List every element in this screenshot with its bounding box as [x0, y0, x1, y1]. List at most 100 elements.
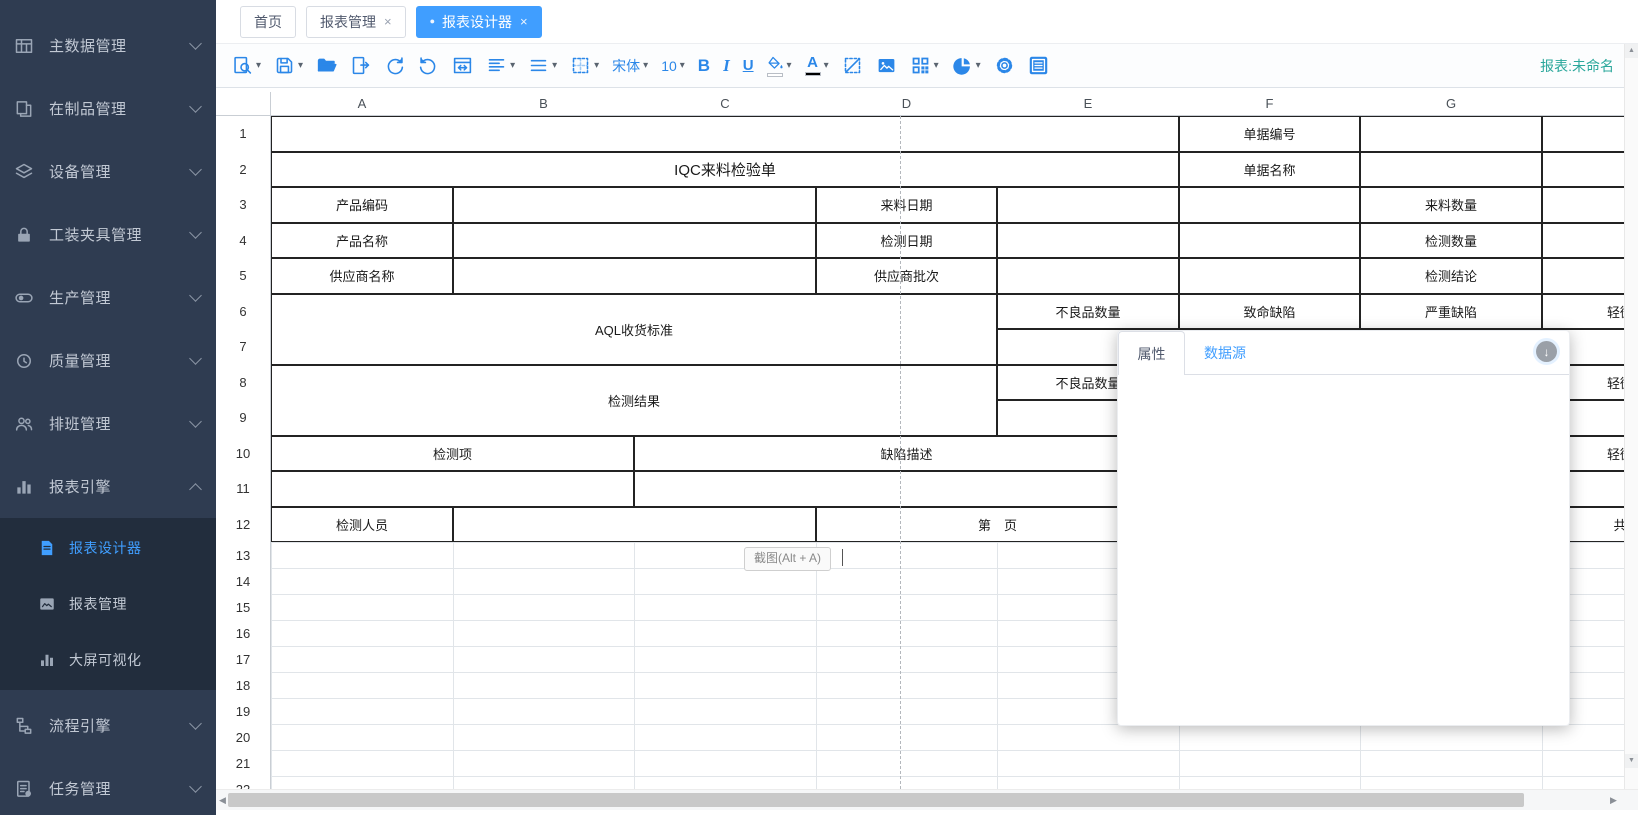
sidebar-item-任务管理[interactable]: 任务管理	[0, 757, 216, 815]
cell-F4[interactable]	[1179, 223, 1360, 259]
cell-A4[interactable]: 产品名称	[271, 223, 453, 259]
sidebar-item-设备管理[interactable]: 设备管理	[0, 140, 216, 203]
cell-A1[interactable]	[271, 116, 1179, 152]
save-button[interactable]: ▾	[274, 44, 303, 88]
italic-button[interactable]: I	[723, 44, 730, 88]
sidebar-item-报表引擎[interactable]: 报表引擎	[0, 455, 216, 518]
row-header-17[interactable]: 17	[216, 646, 271, 672]
cell-F1[interactable]: 单据编号	[1179, 116, 1360, 152]
preview-button[interactable]: ▾	[232, 44, 261, 88]
cell-E4[interactable]	[997, 223, 1179, 259]
cell-G1[interactable]	[1360, 116, 1542, 152]
row-header-15[interactable]: 15	[216, 594, 271, 620]
cell-H6[interactable]: 轻微缺陷	[1542, 294, 1624, 330]
align-button[interactable]: ▾	[486, 44, 515, 88]
sidebar-item-报表设计器[interactable]: 报表设计器	[0, 520, 216, 576]
underline-button[interactable]: U	[743, 44, 754, 88]
fill-color-button[interactable]: ▾	[767, 44, 792, 88]
close-tab-icon[interactable]: ×	[520, 15, 528, 28]
cell-G5[interactable]: 检测结论	[1360, 258, 1542, 294]
borders-button[interactable]: ▾	[570, 44, 599, 88]
insert-image-button[interactable]	[876, 44, 897, 88]
horizontal-scrollbar[interactable]: ◀ ▶	[216, 789, 1638, 810]
row-header-16[interactable]: 16	[216, 620, 271, 646]
cell-B12[interactable]	[453, 507, 816, 543]
row-header-14[interactable]: 14	[216, 568, 271, 594]
sidebar-item-流程引擎[interactable]: 流程引擎	[0, 694, 216, 757]
sidebar-item-大屏可视化[interactable]: 大屏可视化	[0, 632, 216, 688]
cell-C10[interactable]: 缺陷描述	[634, 436, 1179, 472]
cell-E3[interactable]	[997, 187, 1179, 223]
row-header-10[interactable]: 10	[216, 436, 271, 472]
row-header-12[interactable]: 12	[216, 507, 271, 543]
panel-tab-datasource[interactable]: 数据源	[1204, 331, 1246, 375]
font-color-button[interactable]: A▾	[805, 44, 829, 88]
column-header-H[interactable]: H	[1542, 92, 1624, 116]
sidebar-item-工装夹具管理[interactable]: 工装夹具管理	[0, 203, 216, 266]
font-size-button[interactable]: 10▾	[661, 44, 685, 88]
close-tab-icon[interactable]: ×	[384, 15, 392, 28]
cell-D4[interactable]: 检测日期	[816, 223, 997, 259]
row-header-1[interactable]: 1	[216, 116, 271, 152]
cell-E6[interactable]: 不良品数量	[997, 294, 1179, 330]
cell-G4[interactable]: 检测数量	[1360, 223, 1542, 259]
column-header-C[interactable]: C	[634, 92, 816, 116]
cell-A5[interactable]: 供应商名称	[271, 258, 453, 294]
cell-A8[interactable]: 检测结果	[271, 365, 997, 436]
cell-H5[interactable]	[1542, 258, 1624, 294]
horizontal-scroll-thumb[interactable]	[228, 793, 1524, 807]
row-header-9[interactable]: 9	[216, 400, 271, 436]
row-header-2[interactable]: 2	[216, 152, 271, 188]
spreadsheet[interactable]: ABCDEFGH12345678910111213141516171819202…	[216, 92, 1624, 789]
cell-B5[interactable]	[453, 258, 816, 294]
cell-F2[interactable]: 单据名称	[1179, 152, 1360, 188]
row-header-20[interactable]: 20	[216, 724, 271, 750]
sidebar-item-在制品管理[interactable]: 在制品管理	[0, 77, 216, 140]
cell-A10[interactable]: 检测项	[271, 436, 634, 472]
cell-H4[interactable]	[1542, 223, 1624, 259]
panel-tab-properties[interactable]: 属性	[1118, 331, 1185, 375]
row-header-11[interactable]: 11	[216, 471, 271, 507]
open-button[interactable]	[316, 44, 337, 88]
view-tab-报表管理[interactable]: 报表管理×	[306, 6, 406, 38]
row-header-19[interactable]: 19	[216, 698, 271, 724]
column-header-B[interactable]: B	[453, 92, 634, 116]
row-header-22[interactable]: 22	[216, 776, 271, 789]
cell-D3[interactable]: 来料日期	[816, 187, 997, 223]
font-family-button[interactable]: 宋体▾	[612, 44, 648, 88]
sidebar-item-报表管理[interactable]: 报表管理	[0, 576, 216, 632]
column-header-E[interactable]: E	[997, 92, 1179, 116]
cell-E5[interactable]	[997, 258, 1179, 294]
scroll-right-arrow[interactable]: ▶	[1607, 790, 1620, 810]
row-header-8[interactable]: 8	[216, 365, 271, 401]
cell-G3[interactable]: 来料数量	[1360, 187, 1542, 223]
cell-G2[interactable]	[1360, 152, 1542, 188]
cell-A12[interactable]: 检测人员	[271, 507, 453, 543]
export-button[interactable]	[350, 44, 371, 88]
sidebar-item-生产管理[interactable]: 生产管理	[0, 266, 216, 329]
diagonal-cell-button[interactable]	[842, 44, 863, 88]
cell-H2[interactable]	[1542, 152, 1624, 188]
row-header-13[interactable]: 13	[216, 542, 271, 568]
column-header-D[interactable]: D	[816, 92, 997, 116]
panel-toggle-button[interactable]	[1028, 44, 1049, 88]
cell-H1[interactable]	[1542, 116, 1624, 152]
cell-G6[interactable]: 严重缺陷	[1360, 294, 1542, 330]
column-header-F[interactable]: F	[1179, 92, 1360, 116]
column-header-G[interactable]: G	[1360, 92, 1542, 116]
sidebar-item-质量管理[interactable]: 质量管理	[0, 329, 216, 392]
cell-A2[interactable]: IQC来料检验单	[271, 152, 1179, 188]
redo-button[interactable]	[384, 44, 405, 88]
panel-collapse-button[interactable]: ↓	[1536, 341, 1557, 362]
merge-cells-button[interactable]	[452, 44, 473, 88]
scroll-down-arrow[interactable]: ▼	[1625, 754, 1638, 768]
settings-button[interactable]	[994, 44, 1015, 88]
row-header-21[interactable]: 21	[216, 750, 271, 776]
scroll-up-arrow[interactable]: ▲	[1625, 44, 1638, 58]
cell-F5[interactable]	[1179, 258, 1360, 294]
cell-B4[interactable]	[453, 223, 816, 259]
vertical-scrollbar[interactable]: ▲ ▼	[1624, 44, 1638, 789]
undo-button[interactable]	[418, 44, 439, 88]
cell-F3[interactable]	[1179, 187, 1360, 223]
chart-button[interactable]: ▾	[952, 44, 981, 88]
